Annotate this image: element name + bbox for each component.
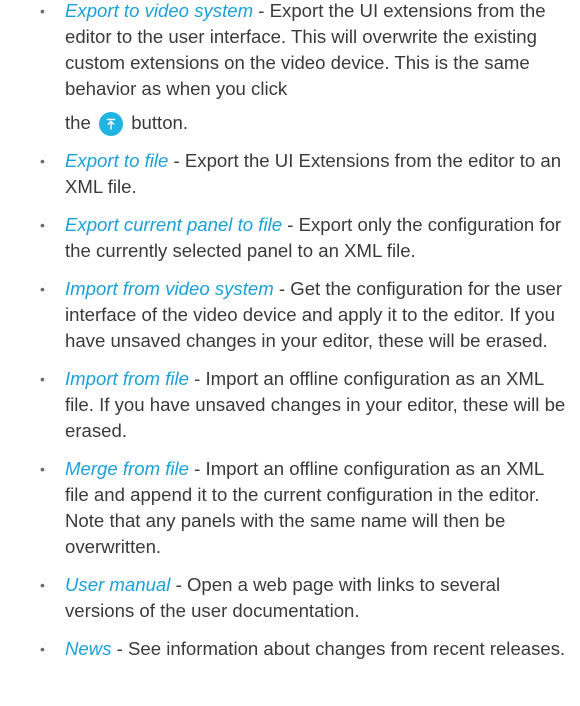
description-continuation: the button. xyxy=(65,102,572,136)
list-item-export-current-panel: • Export current panel to file - Export … xyxy=(0,212,580,264)
menu-options-list: • Export to video system - Export the UI… xyxy=(0,0,580,662)
bullet: • xyxy=(40,461,45,477)
term-export-to-video-system: Export to video system xyxy=(65,0,254,21)
term-news: News xyxy=(65,638,112,659)
term-export-to-file: Export to file xyxy=(65,150,169,171)
term-import-from-video-system: Import from video system xyxy=(65,278,274,299)
list-item-export-to-file: • Export to file - Export the UI Extensi… xyxy=(0,148,580,200)
bullet: • xyxy=(40,217,45,233)
list-item-merge-from-file: • Merge from file - Import an offline co… xyxy=(0,456,580,560)
text-before-icon: the xyxy=(65,112,91,133)
description: - See information about changes from rec… xyxy=(111,638,566,659)
term-user-manual: User manual xyxy=(65,574,171,595)
term-import-from-file: Import from file xyxy=(65,368,189,389)
list-item-user-manual: • User manual - Open a web page with lin… xyxy=(0,572,580,624)
export-upload-icon xyxy=(99,112,124,136)
list-item-import-from-video-system: • Import from video system - Get the con… xyxy=(0,276,580,354)
bullet: • xyxy=(40,153,45,169)
document-page: • Export to video system - Export the UI… xyxy=(0,0,580,662)
bullet: • xyxy=(40,577,45,593)
text-after-icon: button. xyxy=(131,112,189,133)
list-item-import-from-file: • Import from file - Import an offline c… xyxy=(0,366,580,444)
bullet: • xyxy=(40,3,45,19)
arrow-up-icon xyxy=(106,118,116,130)
term-merge-from-file: Merge from file xyxy=(65,458,189,479)
bullet: • xyxy=(40,641,45,657)
term-export-current-panel: Export current panel to file xyxy=(65,214,283,235)
bullet: • xyxy=(40,371,45,387)
list-item-news: • News - See information about changes f… xyxy=(0,636,580,662)
list-item-export-to-video-system: • Export to video system - Export the UI… xyxy=(0,0,580,136)
bullet: • xyxy=(40,281,45,297)
